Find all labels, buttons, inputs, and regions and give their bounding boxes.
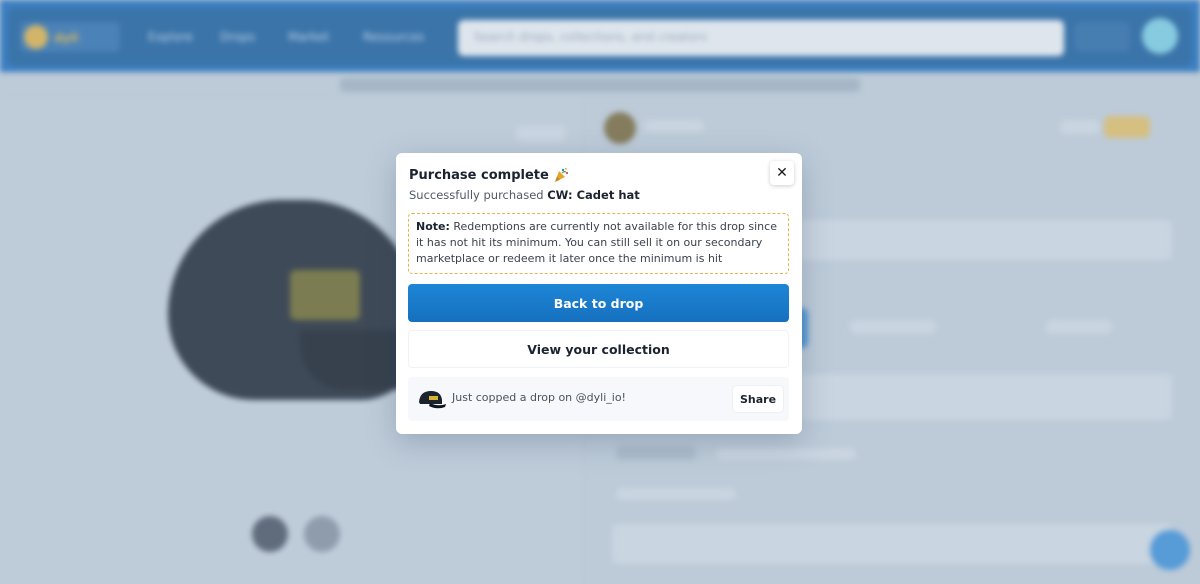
product-thumbnail [419,391,446,409]
close-icon: ✕ [776,165,788,181]
party-popper-icon [554,167,568,182]
modal-title: Purchase complete [409,167,549,183]
redemption-note: Note: Redemptions are currently not avai… [408,213,789,274]
note-text: Redemptions are currently not available … [416,220,777,265]
modal-title-row: Purchase complete [409,167,569,183]
subtitle-prefix: Successfully purchased [409,188,548,202]
close-button[interactable]: ✕ [770,161,794,185]
view-collection-button[interactable]: View your collection [408,330,789,368]
note-label: Note: [416,220,450,233]
back-to-drop-button[interactable]: Back to drop [408,284,789,322]
product-name: CW: Cadet hat [547,188,640,202]
share-button[interactable]: Share [733,386,783,412]
purchase-complete-modal: ✕ Purchase complete Successfully purchas… [396,153,802,434]
share-row: Just copped a drop on @dyli_io! Share [408,377,789,421]
share-text: Just copped a drop on @dyli_io! [452,391,626,404]
modal-subtitle: Successfully purchased CW: Cadet hat [409,188,640,202]
